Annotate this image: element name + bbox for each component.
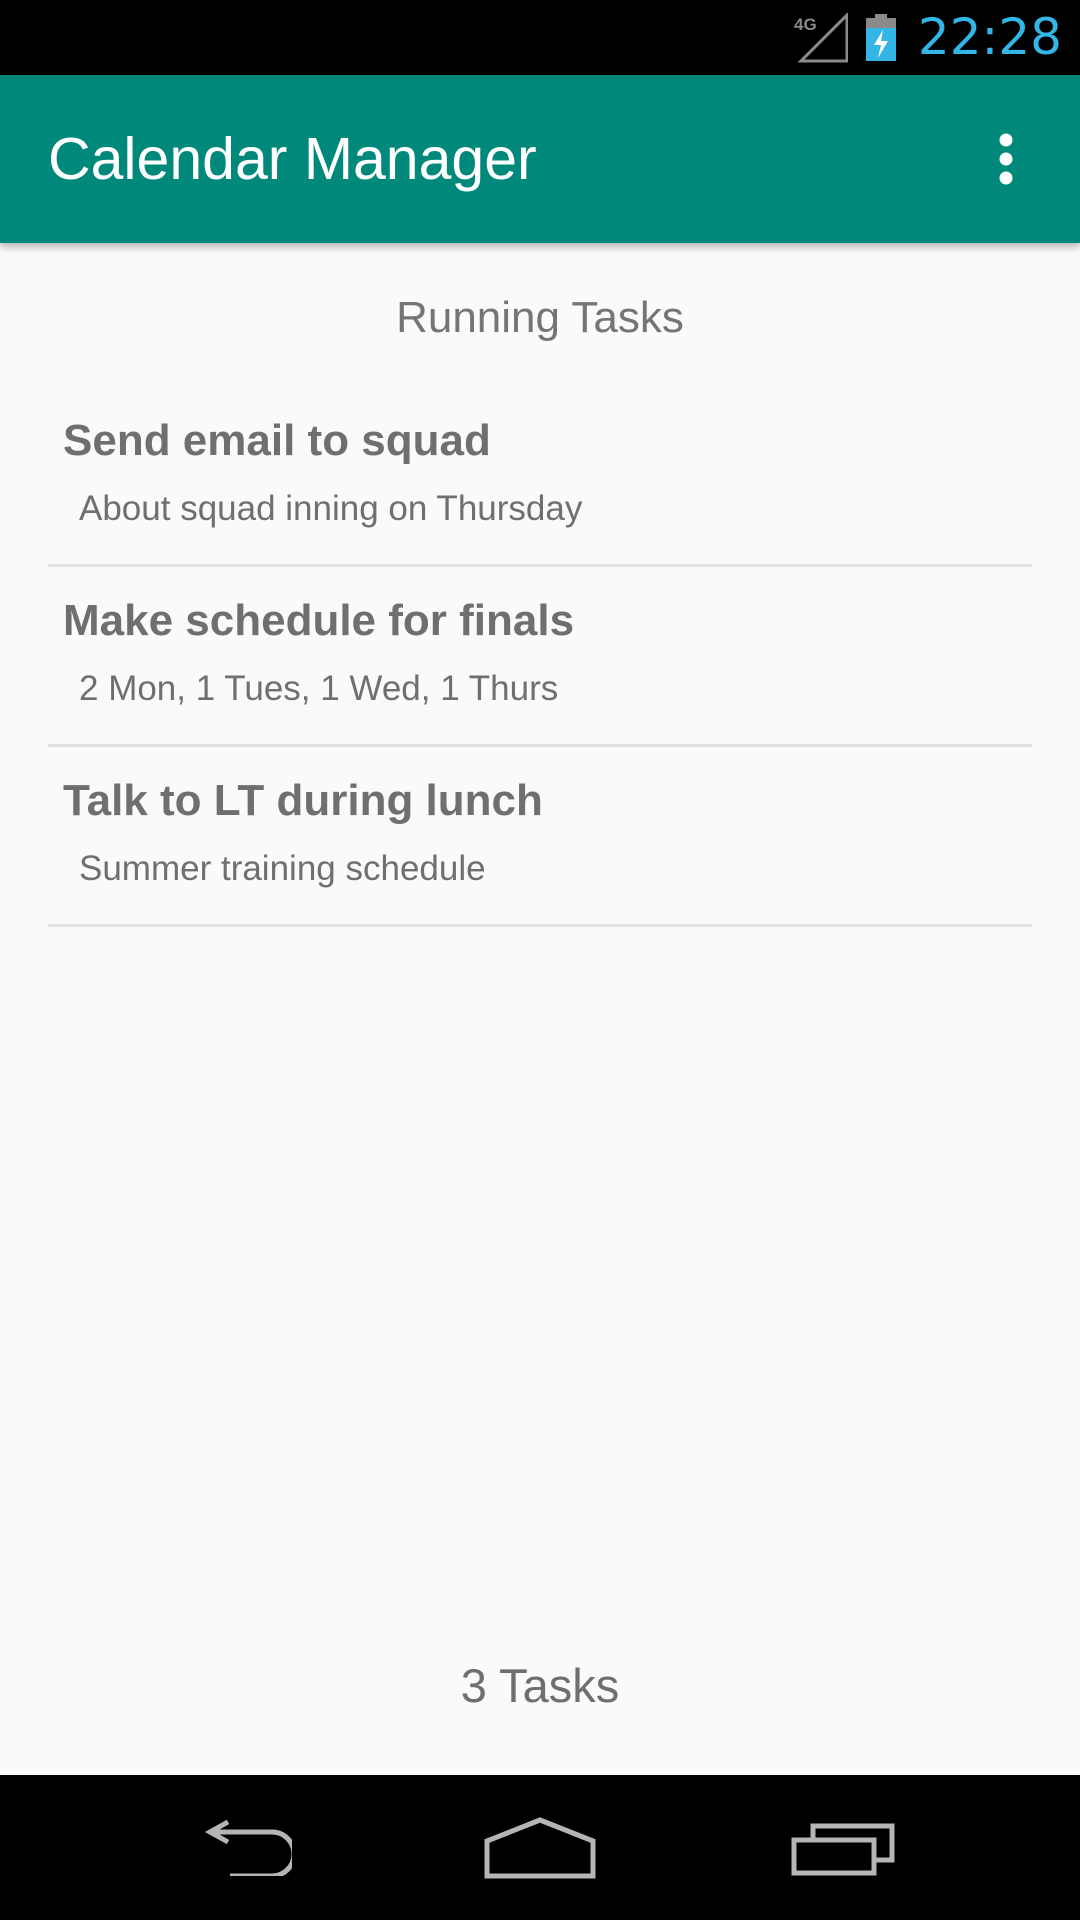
task-title: Talk to LT during lunch [63, 776, 543, 825]
app-bar: Calendar Manager [0, 75, 1080, 243]
home-icon [484, 1816, 596, 1878]
more-vert-icon [999, 133, 1013, 185]
network-type-label: 4G [794, 15, 817, 34]
status-bar: 4G 22:28 [0, 0, 1080, 75]
task-title: Make schedule for finals [63, 596, 575, 645]
overflow-menu-button[interactable] [956, 109, 1056, 209]
task-description: Summer training schedule [79, 849, 486, 888]
section-title: Running Tasks [396, 293, 684, 342]
task-item[interactable]: Make schedule for finals 2 Mon, 1 Tues, … [48, 567, 1032, 747]
status-icons: 4G 22:28 [792, 0, 1062, 75]
recents-icon [791, 1823, 895, 1875]
status-clock: 22:28 [917, 8, 1062, 66]
task-count: 3 Tasks [460, 1659, 620, 1712]
main-content: Running Tasks Send email to squad About … [0, 243, 1080, 1775]
task-list: Send email to squad About squad inning o… [48, 387, 1032, 927]
app-title: Calendar Manager [48, 126, 537, 192]
battery-charging-icon [865, 13, 896, 61]
navigation-bar [0, 1775, 1080, 1920]
back-button[interactable] [140, 1775, 340, 1920]
back-icon [204, 1819, 292, 1876]
task-item[interactable]: Send email to squad About squad inning o… [48, 387, 1032, 567]
task-item[interactable]: Talk to LT during lunch Summer training … [48, 747, 1032, 927]
home-button[interactable] [440, 1775, 640, 1920]
signal-4g-icon: 4G [794, 12, 848, 62]
task-title: Send email to squad [63, 416, 491, 465]
task-description: About squad inning on Thursday [79, 489, 583, 528]
recents-button[interactable] [743, 1775, 943, 1920]
task-description: 2 Mon, 1 Tues, 1 Wed, 1 Thurs [79, 669, 559, 708]
